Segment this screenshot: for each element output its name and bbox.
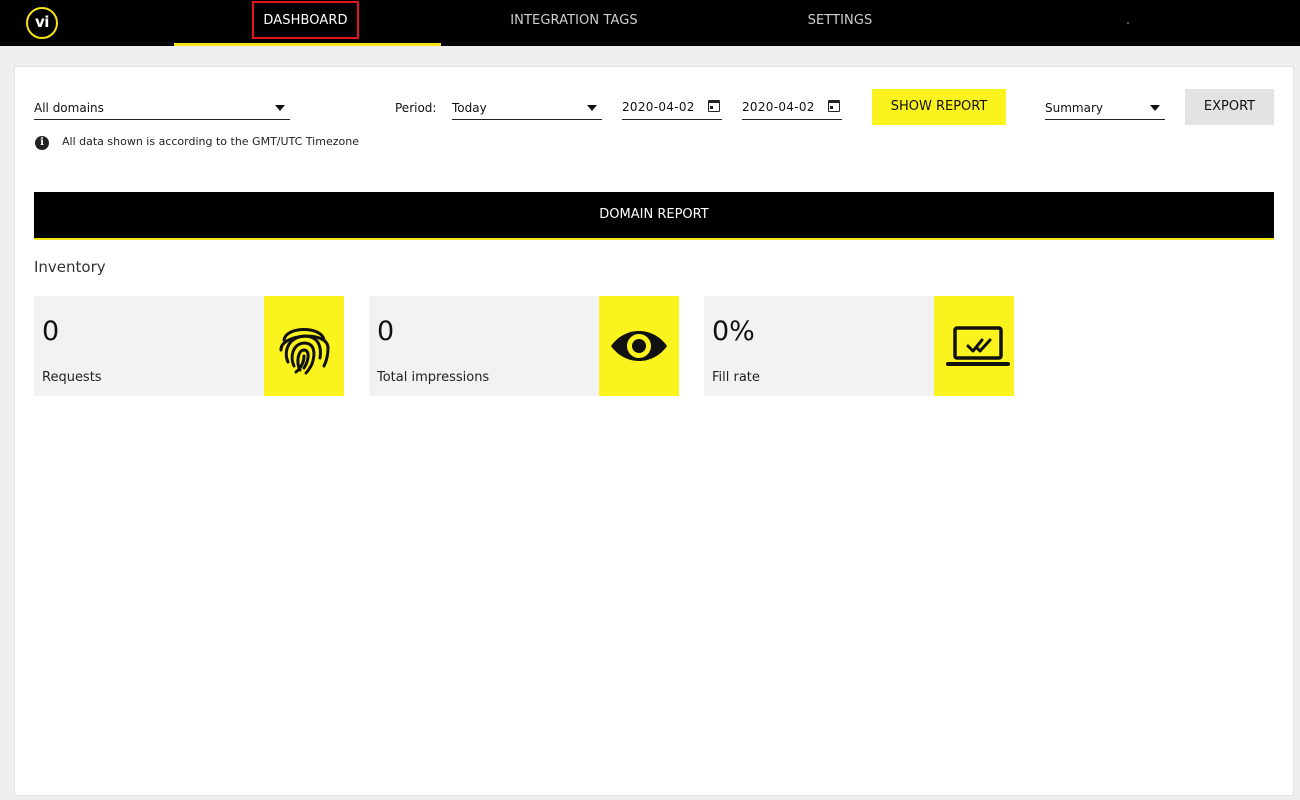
stat-card-requests: 0 Requests	[34, 296, 344, 396]
date-to-value: 2020-04-02	[742, 100, 815, 114]
timezone-note: All data shown is according to the GMT/U…	[62, 135, 359, 148]
stat-icon-box	[264, 296, 344, 396]
domain-select-value: All domains	[34, 101, 104, 115]
stat-value: 0	[42, 316, 60, 347]
stat-card-impressions: 0 Total impressions	[369, 296, 679, 396]
nav-dot	[1127, 22, 1129, 24]
period-select-value: Today	[452, 101, 487, 115]
inventory-section-title: Inventory	[34, 258, 106, 276]
eye-icon	[611, 331, 667, 361]
domain-report-header: DOMAIN REPORT	[34, 192, 1274, 240]
nav-tab-integration-tags[interactable]: INTEGRATION TAGS	[474, 0, 674, 46]
chevron-down-icon	[587, 105, 597, 111]
stat-value: 0%	[712, 316, 755, 347]
export-button[interactable]: EXPORT	[1185, 89, 1274, 125]
dashboard-tab-highlight-box	[252, 1, 359, 39]
stat-label: Requests	[42, 370, 102, 385]
view-select[interactable]: Summary	[1045, 98, 1165, 120]
dashboard-card: All domains Period: Today 2020-04-02 202…	[14, 66, 1294, 796]
calendar-icon[interactable]	[828, 100, 840, 112]
fingerprint-icon	[279, 328, 330, 375]
stat-label: Total impressions	[377, 370, 490, 385]
info-icon: i	[35, 136, 49, 150]
period-select[interactable]: Today	[452, 98, 602, 120]
vi-logo[interactable]: vi	[26, 7, 58, 39]
laptop-check-icon	[946, 326, 1010, 366]
top-navbar: vi DASHBOARD INTEGRATION TAGS SETTINGS	[0, 0, 1300, 46]
stat-icon-box	[934, 296, 1014, 396]
chevron-down-icon	[1150, 105, 1160, 111]
date-from-input[interactable]: 2020-04-02	[622, 98, 722, 120]
stat-value: 0	[377, 316, 395, 347]
stat-icon-box	[599, 296, 679, 396]
view-select-value: Summary	[1045, 101, 1103, 115]
active-tab-indicator	[174, 43, 441, 46]
stat-card-fill-rate: 0% Fill rate	[704, 296, 1014, 396]
date-from-value: 2020-04-02	[622, 100, 695, 114]
domain-select[interactable]: All domains	[34, 98, 290, 120]
calendar-icon[interactable]	[708, 100, 720, 112]
period-label: Period:	[395, 101, 437, 115]
chevron-down-icon	[275, 105, 285, 111]
show-report-button[interactable]: SHOW REPORT	[872, 89, 1006, 125]
nav-tab-settings[interactable]: SETTINGS	[740, 0, 940, 46]
date-to-input[interactable]: 2020-04-02	[742, 98, 842, 120]
stat-label: Fill rate	[712, 370, 760, 385]
